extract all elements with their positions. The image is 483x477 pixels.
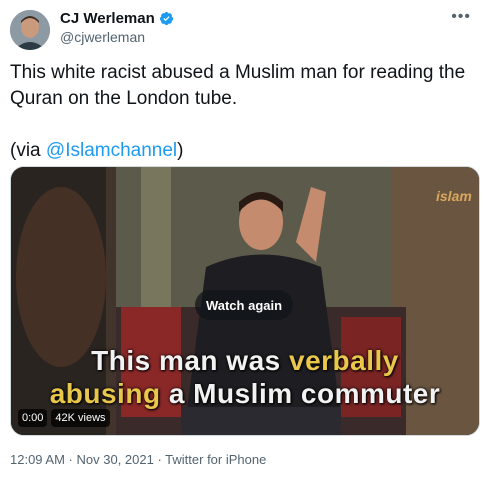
video-views-badge: 42K views xyxy=(51,409,110,427)
tweet-text: This white racist abused a Muslim man fo… xyxy=(10,60,472,164)
video-caption-line2: abusing a Muslim commuter xyxy=(10,378,480,410)
video-time-badge: 0:00 xyxy=(18,409,48,427)
via-suffix: ) xyxy=(177,140,184,161)
caption2-b: a Muslim commuter xyxy=(160,378,441,409)
tweet-source[interactable]: Twitter for iPhone xyxy=(165,452,266,467)
tweet-time[interactable]: 12:09 AM xyxy=(10,452,65,467)
more-horizontal-icon[interactable]: ••• xyxy=(451,8,471,26)
author-handle[interactable]: @cjwerleman xyxy=(60,29,145,45)
tweet-meta: 12:09 AM · Nov 30, 2021 · Twitter for iP… xyxy=(10,452,266,467)
tweet-date[interactable]: Nov 30, 2021 xyxy=(77,452,154,467)
meta-sep: · xyxy=(64,452,77,467)
channel-logo: islam xyxy=(436,188,472,204)
mention-link[interactable]: @Islamchannel xyxy=(46,140,177,161)
video-badges: 0:00 42K views xyxy=(18,409,110,427)
meta-sep2: · xyxy=(153,452,166,467)
author-name[interactable]: CJ Werleman xyxy=(60,10,155,27)
tweet-body: This white racist abused a Muslim man fo… xyxy=(10,62,466,109)
watch-again-button[interactable]: Watch again xyxy=(195,290,293,320)
avatar[interactable] xyxy=(10,10,50,50)
caption2-a: abusing xyxy=(49,378,161,409)
via-prefix: (via xyxy=(10,140,46,161)
caption1-b: verbally xyxy=(289,345,399,376)
video-caption-line1: This man was verbally xyxy=(10,345,480,377)
author-name-row[interactable]: CJ Werleman xyxy=(60,10,174,27)
caption1-a: This man was xyxy=(91,345,290,376)
verified-badge-icon xyxy=(159,11,173,26)
